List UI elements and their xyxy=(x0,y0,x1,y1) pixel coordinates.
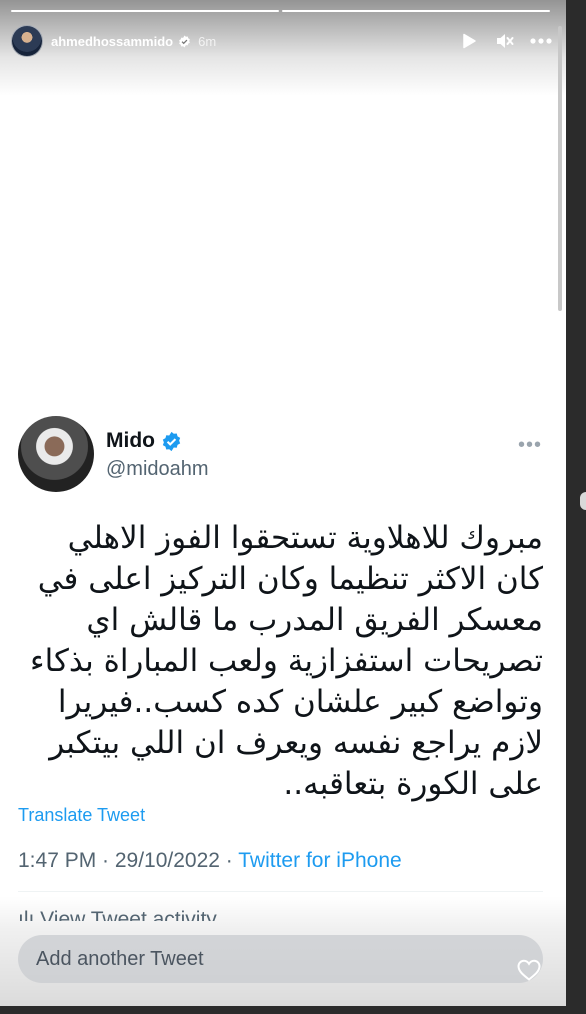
tweet-text: مبروك للاهلاوية تستحقوا الفوز الاهلي كان… xyxy=(30,520,543,802)
tweet-meta: 1:47 PM · 29/10/2022 · Twitter for iPhon… xyxy=(18,849,402,873)
progress-segment xyxy=(282,10,550,12)
reply-placeholder: Add another Tweet xyxy=(36,947,204,970)
reply-input[interactable]: Add another Tweet xyxy=(18,935,543,983)
view-tweet-activity-link[interactable]: ılı View Tweet activity xyxy=(18,907,217,921)
story-header: ahmedhossammido 6m xyxy=(11,25,552,57)
story-time: 6m xyxy=(198,33,217,49)
more-icon xyxy=(530,38,552,44)
progress-segment xyxy=(11,10,279,12)
tweet-author-handle: @midoahm xyxy=(106,458,209,480)
verified-badge-icon xyxy=(162,431,181,451)
heart-icon[interactable] xyxy=(516,958,542,982)
story-progress xyxy=(11,10,550,12)
tweet-header: Mido @midoahm ••• xyxy=(18,416,548,492)
speaker-muted-icon xyxy=(497,34,514,48)
mute-button[interactable] xyxy=(494,30,516,52)
tweet-timestamp: 1:47 PM · 29/10/2022 · xyxy=(18,849,239,872)
translate-tweet-link[interactable]: Translate Tweet xyxy=(18,805,145,826)
progress-fill xyxy=(11,10,279,12)
progress-fill xyxy=(282,10,550,12)
tweet-author-name-text: Mido xyxy=(106,429,155,452)
more-options-button[interactable] xyxy=(530,30,552,52)
story-actions xyxy=(458,30,552,52)
play-icon xyxy=(463,33,476,49)
avatar[interactable] xyxy=(11,25,43,57)
tweet-source-link[interactable]: Twitter for iPhone xyxy=(238,849,401,872)
story-viewer: ahmedhossammido 6m Mido @midoahm ••• مبر… xyxy=(0,0,566,1006)
next-story-handle[interactable] xyxy=(580,492,586,510)
verified-icon xyxy=(179,35,190,47)
tweet-author-name: Mido xyxy=(106,429,182,453)
more-icon[interactable]: ••• xyxy=(518,434,542,457)
story-username[interactable]: ahmedhossammido xyxy=(51,34,173,49)
divider xyxy=(18,891,543,892)
play-button[interactable] xyxy=(458,30,480,52)
tweet-author-avatar[interactable] xyxy=(18,416,94,492)
scrollbar[interactable] xyxy=(558,26,562,311)
